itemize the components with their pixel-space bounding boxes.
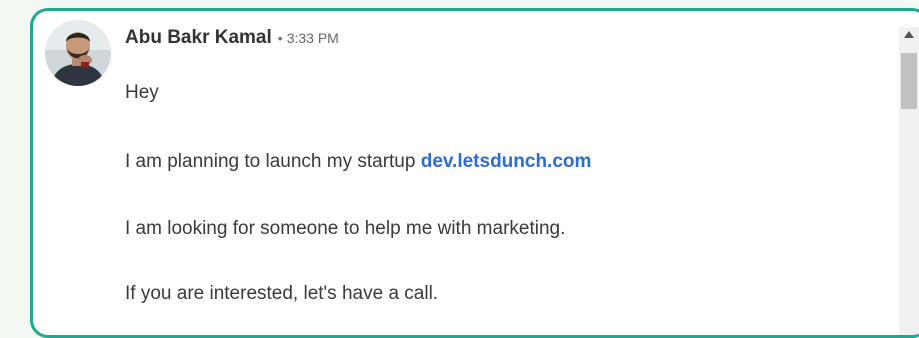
- vertical-scrollbar[interactable]: [899, 27, 919, 335]
- header-separator: •: [277, 30, 283, 46]
- message-line-call: If you are interested, let's have a call…: [125, 283, 439, 304]
- message-line-startup: I am planning to launch my startup dev.l…: [125, 151, 591, 173]
- startup-link[interactable]: dev.letsdunch.com: [421, 151, 592, 172]
- sender-avatar[interactable]: [45, 20, 111, 86]
- scrollbar-thumb[interactable]: [901, 53, 917, 109]
- message-line-startup-text: I am planning to launch my startup: [125, 151, 421, 172]
- message-card: Abu Bakr Kamal • 3:33 PM Hey I am planni…: [30, 8, 919, 338]
- message-line-marketing: I am looking for someone to help me with…: [125, 218, 566, 239]
- message-header: Abu Bakr Kamal • 3:33 PM: [125, 27, 887, 55]
- chevron-up-icon[interactable]: [904, 31, 914, 38]
- message-timestamp: 3:33 PM: [286, 30, 339, 46]
- message-line-greeting: Hey: [125, 82, 159, 103]
- avatar-photo-icon: [45, 20, 111, 86]
- message-content: Abu Bakr Kamal • 3:33 PM Hey I am planni…: [125, 27, 887, 304]
- sender-name[interactable]: Abu Bakr Kamal: [125, 27, 272, 49]
